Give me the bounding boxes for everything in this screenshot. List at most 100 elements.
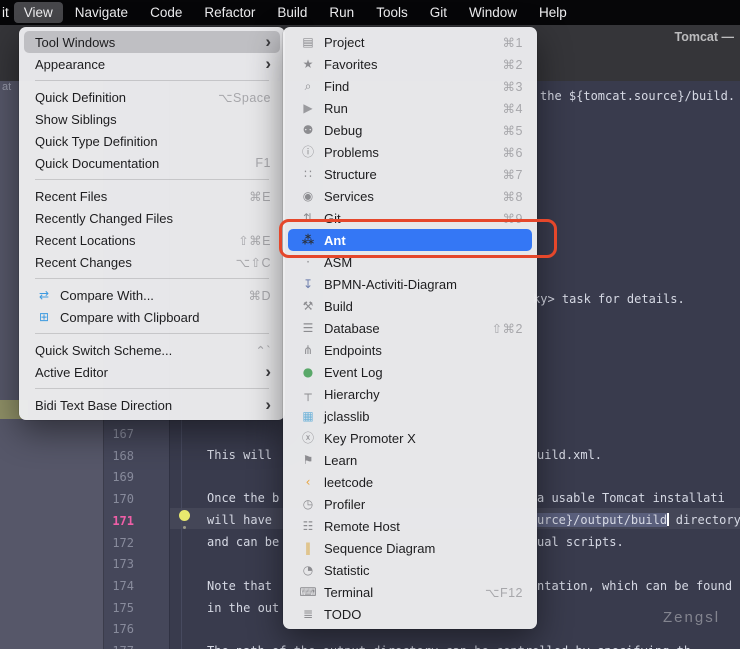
- tool-window-item-learn[interactable]: ⚑Learn: [288, 449, 532, 471]
- menu-item-label: Quick Switch Scheme...: [35, 343, 172, 358]
- menu-shortcut: ⌘4: [503, 101, 523, 116]
- hammer-icon: ⚒: [299, 300, 317, 312]
- menu-shortcut: ⌘5: [503, 123, 523, 138]
- tool-window-item-problems[interactable]: ⓘProblems⌘6: [288, 141, 532, 163]
- menu-item-label: Database: [324, 321, 380, 336]
- profiler-icon: ◷: [299, 498, 317, 510]
- menu-shortcut: ⌥F12: [485, 585, 523, 600]
- menubar-item-git[interactable]: Git: [420, 2, 457, 23]
- view-menu: Tool Windows›Appearance› Quick Definition…: [19, 27, 285, 420]
- tool-window-item-build[interactable]: ⚒Build: [288, 295, 532, 317]
- line-number-177: 177: [106, 642, 134, 649]
- view-menu-item-quick-definition[interactable]: Quick Definition ⌥Space: [24, 86, 280, 108]
- tool-window-item-services[interactable]: ◉Services⌘8: [288, 185, 532, 207]
- remote-host-icon: ☷: [299, 520, 317, 532]
- tool-window-item-favorites[interactable]: ★Favorites⌘2: [288, 53, 532, 75]
- tool-window-item-find[interactable]: ⌕Find⌘3: [288, 75, 532, 97]
- play-icon: ▶: [299, 102, 317, 114]
- tool-window-item-terminal[interactable]: ⌨Terminal⌥F12: [288, 581, 532, 603]
- line-number-174: 174: [106, 577, 134, 595]
- view-menu-item-quick-switch-scheme[interactable]: Quick Switch Scheme... ⌃`: [24, 339, 280, 361]
- line-number-173: 173: [106, 555, 134, 573]
- tool-window-item-project[interactable]: ▤Project⌘1: [288, 31, 532, 53]
- view-menu-item-tool-windows[interactable]: Tool Windows›: [24, 31, 280, 53]
- menubar-item-navigate[interactable]: Navigate: [65, 2, 138, 23]
- menu-item-label: Remote Host: [324, 519, 400, 534]
- menubar-item-help[interactable]: Help: [529, 2, 577, 23]
- menu-shortcut: ⌃`: [255, 343, 271, 358]
- tool-window-item-todo[interactable]: ≣TODO: [288, 603, 532, 625]
- menu-shortcut: ⌘8: [503, 189, 523, 204]
- statistic-icon: ◔: [299, 564, 317, 576]
- tool-window-item-structure[interactable]: ∷Structure⌘7: [288, 163, 532, 185]
- code-fragment: the ${tomcat.source}/build.: [540, 88, 735, 104]
- menubar-item-view[interactable]: View: [14, 2, 63, 23]
- menu-shortcut: ⌥⇧C: [236, 255, 271, 270]
- menu-item-label: Sequence Diagram: [324, 541, 435, 556]
- menu-shortcut: ⌘D: [248, 288, 271, 303]
- tool-window-item-bpmn-activiti-diagram[interactable]: ↧BPMN-Activiti-Diagram: [288, 273, 532, 295]
- view-menu-item-compare-with[interactable]: ⇄Compare With...⌘D: [24, 284, 280, 306]
- tool-window-item-statistic[interactable]: ◔Statistic: [288, 559, 532, 581]
- hierarchy-icon: ┬: [299, 388, 317, 400]
- view-menu-item-active-editor[interactable]: Active Editor›: [24, 361, 280, 383]
- tab-label-fragment[interactable]: at: [2, 81, 11, 93]
- tool-window-item-hierarchy[interactable]: ┬Hierarchy: [288, 383, 532, 405]
- view-menu-item-compare-with-clipboard[interactable]: ⊞Compare with Clipboard: [24, 306, 280, 328]
- menu-separator: [35, 388, 269, 389]
- menu-shortcut: ⌘7: [503, 167, 523, 182]
- menu-shortcut: ⌥Space: [218, 90, 271, 105]
- tool-window-item-leetcode[interactable]: ‹leetcode: [288, 471, 532, 493]
- menu-shortcut: ⌘6: [503, 145, 523, 160]
- menubar-item-run[interactable]: Run: [319, 2, 364, 23]
- view-menu-item-show-siblings[interactable]: Show Siblings: [24, 108, 280, 130]
- bug-icon: ⚉: [299, 124, 317, 136]
- tool-window-item-event-log[interactable]: ●Event Log: [288, 361, 532, 383]
- view-menu-item-quick-documentation[interactable]: Quick DocumentationF1: [24, 152, 280, 174]
- tool-window-item-jclasslib[interactable]: ▦jclasslib: [288, 405, 532, 427]
- tool-window-item-database[interactable]: ☰Database⇧⌘2: [288, 317, 532, 339]
- menubar-item-refactor[interactable]: Refactor: [194, 2, 265, 23]
- view-menu-item-quick-type-definition[interactable]: Quick Type Definition: [24, 130, 280, 152]
- menubar-item-build[interactable]: Build: [267, 2, 317, 23]
- view-menu-item-appearance[interactable]: Appearance›: [24, 53, 280, 75]
- view-menu-item-recently-changed-files[interactable]: Recently Changed Files: [24, 207, 280, 229]
- code-fragment: in the out: [207, 600, 279, 616]
- menu-item-label: Endpoints: [324, 343, 382, 358]
- line-number-169: 169: [106, 468, 134, 486]
- menu-item-label: Recent Locations: [35, 233, 135, 248]
- view-menu-item-bidi-text-base-direction[interactable]: Bidi Text Base Direction›: [24, 394, 280, 416]
- tool-window-item-profiler[interactable]: ◷Profiler: [288, 493, 532, 515]
- tool-window-item-sequence-diagram[interactable]: ‖Sequence Diagram: [288, 537, 532, 559]
- menu-item-label: Quick Definition: [35, 90, 126, 105]
- window-title: Tomcat —: [675, 30, 735, 44]
- tool-window-item-endpoints[interactable]: ⋔ Endpoints: [288, 339, 532, 361]
- learn-icon: ⚑: [299, 454, 317, 466]
- menu-separator: [35, 179, 269, 180]
- menubar-item-window[interactable]: Window: [459, 2, 527, 23]
- line-number-172: 172: [106, 534, 134, 552]
- menubar-item-tools[interactable]: Tools: [366, 2, 418, 23]
- menu-item-label: Event Log: [324, 365, 383, 380]
- view-menu-item-recent-files[interactable]: Recent Files⌘E: [24, 185, 280, 207]
- tool-window-item-run[interactable]: ▶Run⌘4: [288, 97, 532, 119]
- line-number-167: 167: [106, 425, 134, 443]
- menubar-item-edit-fragment[interactable]: it: [0, 2, 13, 23]
- menu-item-label: BPMN-Activiti-Diagram: [324, 277, 457, 292]
- search-icon: ⌕: [299, 80, 317, 92]
- view-menu-item-recent-locations[interactable]: Recent Locations ⇧⌘E: [24, 229, 280, 251]
- tool-window-item-key-promoter-x[interactable]: ⓧKey Promoter X: [288, 427, 532, 449]
- menu-item-label: Favorites: [324, 57, 377, 72]
- tool-window-item-debug[interactable]: ⚉Debug⌘5: [288, 119, 532, 141]
- tool-window-item-remote-host[interactable]: ☷ Remote Host: [288, 515, 532, 537]
- intention-bulb-icon[interactable]: [179, 510, 190, 521]
- endpoints-icon: ⋔: [299, 344, 317, 356]
- menu-item-label: Key Promoter X: [324, 431, 416, 446]
- menu-item-label: leetcode: [324, 475, 373, 490]
- menu-shortcut: ⇧⌘E: [238, 233, 271, 248]
- menubar-item-code[interactable]: Code: [140, 2, 192, 23]
- menu-item-label: Find: [324, 79, 349, 94]
- view-menu-item-recent-changes[interactable]: Recent Changes⌥⇧C: [24, 251, 280, 273]
- line-number-175: 175: [106, 599, 134, 617]
- clipboard-icon: ⊞: [35, 311, 53, 323]
